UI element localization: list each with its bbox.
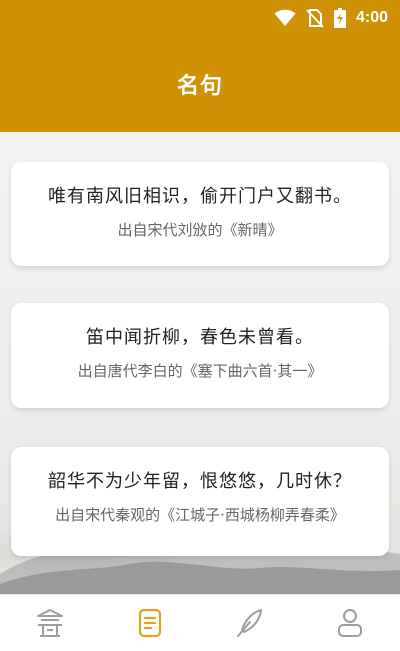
quote-card[interactable]: 韶华不为少年留，恨悠悠，几时休？ 出自宋代秦观的《江城子·西城杨柳弄春柔》 bbox=[11, 447, 389, 556]
status-icons: 4:00 bbox=[274, 6, 388, 30]
wifi-icon bbox=[274, 9, 296, 26]
quote-source: 出自宋代刘攽的《新晴》 bbox=[117, 221, 283, 239]
document-icon bbox=[138, 608, 162, 638]
quill-pen-icon bbox=[237, 609, 262, 637]
no-sim-icon bbox=[306, 9, 324, 28]
quote-text: 笛中闻折柳，春色未曾看。 bbox=[86, 327, 314, 348]
quote-list[interactable]: 唯有南风旧相识，偷开门户又翻书。 出自宋代刘攽的《新晴》 笛中闻折柳，春色未曾看… bbox=[0, 132, 400, 594]
quote-source: 出自宋代秦观的《江城子·西城杨柳弄春柔》 bbox=[55, 506, 345, 524]
nav-item-profile[interactable] bbox=[320, 595, 380, 651]
pavilion-icon bbox=[37, 609, 63, 637]
profile-icon bbox=[338, 609, 362, 637]
nav-item-quotes[interactable] bbox=[120, 595, 180, 651]
nav-item-write[interactable] bbox=[220, 595, 280, 651]
quote-text: 唯有南风旧相识，偷开门户又翻书。 bbox=[48, 186, 352, 207]
quote-card[interactable]: 笛中闻折柳，春色未曾看。 出自唐代李白的《塞下曲六首·其一》 bbox=[11, 303, 389, 408]
page-title: 名句 bbox=[176, 74, 223, 99]
bottom-nav bbox=[0, 594, 400, 651]
quote-text: 韶华不为少年留，恨悠悠，几时休？ bbox=[48, 471, 352, 492]
quote-card[interactable]: 唯有南风旧相识，偷开门户又翻书。 出自宋代刘攽的《新晴》 bbox=[11, 162, 389, 266]
battery-charging-icon bbox=[333, 8, 346, 28]
quote-source: 出自唐代李白的《塞下曲六首·其一》 bbox=[77, 362, 323, 380]
app-bar: 名句 bbox=[0, 36, 400, 132]
status-bar: 4:00 bbox=[0, 0, 400, 36]
nav-item-home[interactable] bbox=[20, 595, 80, 651]
status-time: 4:00 bbox=[355, 9, 388, 26]
